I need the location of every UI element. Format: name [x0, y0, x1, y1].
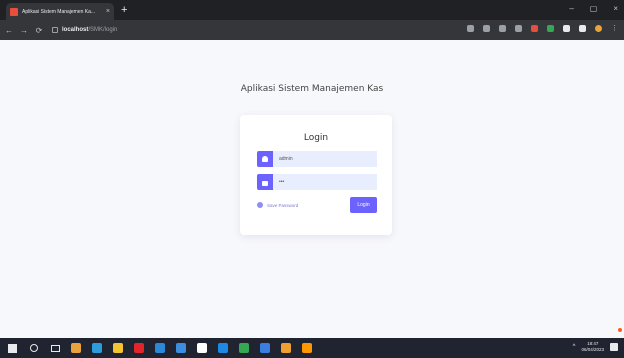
sidepanel-icon[interactable] [579, 25, 586, 32]
system-tray: ^ 18:47 06/04/2023 [573, 341, 618, 353]
new-tab-button[interactable]: + [121, 3, 127, 17]
maximize-button[interactable]: ▢ [590, 3, 598, 15]
browser-tab[interactable]: Aplikasi Sistem Manajemen Ka... × [6, 3, 114, 20]
taskbar-apps [60, 343, 312, 353]
zoom-icon[interactable] [483, 25, 490, 32]
url-text: localhost/SMK/login [62, 27, 117, 33]
vscode-icon[interactable] [218, 343, 228, 353]
star-icon[interactable] [515, 25, 522, 32]
feedback-icon[interactable] [618, 328, 622, 332]
tab-title: Aplikasi Sistem Manajemen Ka... [22, 8, 96, 15]
favicon-icon [10, 7, 18, 16]
url-path: /SMK/login [88, 27, 118, 33]
minimize-button[interactable]: – [569, 3, 573, 15]
lock-icon [257, 174, 273, 190]
terminal-icon[interactable] [197, 343, 207, 353]
mail-icon[interactable] [176, 343, 186, 353]
file-explorer-icon[interactable] [71, 343, 81, 353]
search-icon[interactable] [30, 344, 38, 352]
password-field [257, 174, 377, 190]
folder-icon[interactable] [113, 343, 123, 353]
login-heading: Login [303, 133, 329, 143]
close-window-button[interactable]: × [613, 3, 618, 15]
share-icon[interactable] [467, 25, 474, 32]
toolbar-icons: ⋮ [467, 25, 618, 32]
reload-button[interactable]: ⟳ [33, 26, 45, 35]
address-bar[interactable]: localhost/SMK/login [52, 24, 472, 36]
bookmark-icon[interactable] [499, 25, 506, 32]
photos-icon[interactable] [260, 343, 270, 353]
opera-icon[interactable] [134, 343, 144, 353]
edge-icon[interactable] [92, 343, 102, 353]
remember-option[interactable]: Save Password [257, 202, 298, 208]
forward-button[interactable]: → [18, 26, 30, 35]
login-card: Login Save Password Login [240, 115, 392, 235]
menu-icon[interactable]: ⋮ [611, 25, 618, 32]
task-view-icon[interactable] [51, 344, 60, 352]
extension-green-icon[interactable] [547, 25, 554, 32]
username-input[interactable] [273, 151, 377, 167]
url-host: localhost [62, 27, 89, 33]
taskbar: ^ 18:47 06/04/2023 [0, 338, 624, 358]
store-icon[interactable] [155, 343, 165, 353]
tray-chevron-icon[interactable]: ^ [573, 344, 576, 350]
extension-icon[interactable] [563, 25, 570, 32]
user-icon [257, 151, 273, 167]
notification-icon[interactable] [610, 343, 618, 351]
browser-titlebar: Aplikasi Sistem Manajemen Ka... × + – ▢ … [0, 0, 624, 20]
sublime-icon[interactable] [302, 343, 312, 353]
clock[interactable]: 18:47 06/04/2023 [581, 341, 604, 353]
password-input[interactable] [273, 174, 377, 190]
window-controls: – ▢ × [569, 3, 618, 15]
page-content: Aplikasi Sistem Manajemen Kas Login Save… [0, 40, 624, 338]
remember-label: Save Password [267, 202, 299, 208]
login-button[interactable]: Login [350, 197, 377, 213]
extension-red-icon[interactable] [531, 25, 538, 32]
tab-close-icon[interactable]: × [106, 8, 110, 15]
back-button[interactable]: ← [3, 26, 15, 35]
site-info-icon[interactable] [52, 27, 58, 33]
clock-date: 06/04/2023 [581, 347, 604, 352]
username-field [257, 151, 377, 167]
app-title: Aplikasi Sistem Manajemen Kas [240, 84, 384, 94]
settings-icon[interactable] [281, 343, 291, 353]
windows-start-icon[interactable] [8, 343, 17, 353]
browser-toolbar: ← → ⟳ localhost/SMK/login ⋮ [0, 20, 624, 40]
remember-checkbox[interactable] [257, 202, 263, 208]
chrome-icon[interactable] [239, 343, 249, 353]
profile-icon[interactable] [595, 25, 602, 32]
